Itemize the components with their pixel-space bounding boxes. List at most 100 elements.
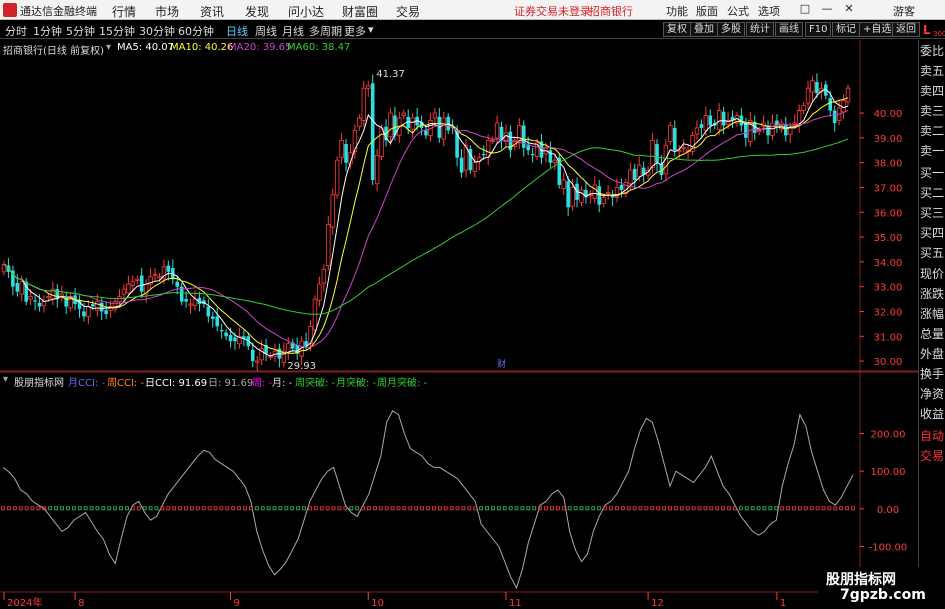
tf-monthly[interactable]: 月线: [282, 23, 304, 39]
menu-options[interactable]: 选项: [758, 3, 780, 19]
cci-marker: [768, 506, 773, 511]
multi-stock-button[interactable]: 多股: [717, 22, 745, 37]
menu-ask[interactable]: 问小达: [288, 3, 324, 20]
guest-label[interactable]: 游客: [893, 3, 915, 19]
candle-body-up: [401, 112, 406, 116]
candle-body-down: [619, 184, 624, 190]
candle-body-up: [472, 162, 478, 172]
candle-body-up: [561, 179, 566, 190]
cci-marker: [496, 506, 501, 511]
draw-line-button[interactable]: 画线: [775, 22, 803, 37]
cci-marker: [325, 506, 330, 511]
panel-item: 买二: [920, 186, 945, 200]
cci-marker: [738, 506, 743, 511]
panel-top-num: 300: [933, 30, 945, 38]
panel-item: 买三: [920, 206, 945, 220]
candle-body-up: [157, 276, 162, 279]
price-tick-label: 33.00: [874, 283, 903, 294]
cci-marker: [184, 506, 188, 511]
price-tick-label: 39.00: [874, 134, 903, 145]
candle-body-up: [374, 154, 380, 185]
candle-body-down: [815, 82, 819, 94]
broker-name[interactable]: 招商银行: [589, 3, 633, 19]
kline-chart[interactable]: 30.00 31.00 32.00 33.00 34.00 35.00 36.00 37.00…: [0, 40, 918, 609]
skin-icon[interactable]: □: [798, 2, 812, 16]
back-button[interactable]: 返回: [892, 22, 920, 37]
menu-wealth[interactable]: 财富圈: [342, 3, 378, 20]
price-tick-label: 38.00: [874, 159, 903, 170]
tf-1min[interactable]: 1分钟: [33, 23, 62, 39]
candle-body-up: [490, 139, 495, 142]
tf-more[interactable]: 更多: [344, 23, 366, 39]
close-icon[interactable]: ✕: [842, 2, 856, 16]
panel-item: 换手: [920, 367, 945, 381]
menu-discover[interactable]: 发现: [245, 3, 269, 20]
cci-marker: [113, 506, 118, 511]
statistics-button[interactable]: 统计: [746, 22, 774, 37]
adjust-button[interactable]: 复权: [663, 22, 691, 37]
cci-marker: [302, 506, 306, 511]
cci-marker: [343, 506, 348, 511]
week-month-break-label: 周月突破: -: [377, 378, 428, 389]
cci-tick-label: 100.00: [871, 467, 906, 478]
candle-body-up: [805, 87, 811, 104]
candle-body-up: [339, 139, 344, 159]
cci-marker: [101, 506, 106, 511]
cci-tick-label: 200.00: [871, 429, 906, 440]
chevron-down-icon[interactable]: ▾: [3, 374, 8, 385]
cci-marker: [597, 506, 602, 511]
candle-body-down: [699, 124, 704, 128]
login-status[interactable]: 证券交易未登录: [514, 3, 591, 19]
cci-marker: [609, 506, 613, 511]
panel-item[interactable]: 交易: [920, 447, 945, 464]
chevron-down-icon[interactable]: ▾: [368, 23, 374, 36]
menu-formula[interactable]: 公式: [727, 3, 749, 19]
cci-marker: [219, 506, 224, 511]
mark-button[interactable]: 标记: [832, 22, 860, 37]
tf-daily[interactable]: 日线: [226, 23, 248, 39]
minimize-icon[interactable]: —: [820, 2, 834, 16]
tf-15min[interactable]: 15分钟: [99, 23, 135, 39]
candle-body-down: [597, 186, 602, 205]
overlay-button[interactable]: 叠加: [690, 22, 718, 37]
cci-marker: [213, 506, 218, 511]
panel-item: 买五: [920, 246, 945, 260]
f10-button[interactable]: F10: [805, 22, 832, 37]
cci-marker: [780, 506, 785, 511]
menu-trade[interactable]: 交易: [396, 3, 420, 20]
add-watchlist-button[interactable]: +自选: [859, 22, 896, 37]
cci-marker: [479, 506, 484, 511]
candle-body-up: [637, 164, 642, 177]
menu-market[interactable]: 市场: [155, 3, 179, 20]
candle-body-up: [570, 187, 575, 207]
candle-body-up: [379, 127, 384, 157]
menu-functions[interactable]: 功能: [666, 3, 688, 19]
candle-body-down: [459, 157, 464, 173]
week-break-label: 周突破: -: [295, 378, 336, 389]
candle-body-down: [206, 306, 211, 317]
panel-item[interactable]: 自动: [920, 427, 945, 444]
cci-marker: [762, 506, 767, 511]
tf-weekly[interactable]: 周线: [255, 23, 277, 39]
watermark-url: 7gpzb.com: [840, 587, 926, 603]
candle-body-up: [601, 196, 606, 204]
cci-marker: [272, 506, 277, 511]
candle-body-up: [254, 360, 260, 363]
menu-layout[interactable]: 版面: [696, 3, 718, 19]
cci-marker: [827, 506, 832, 511]
candle-body-up: [130, 281, 136, 286]
menu-quotes[interactable]: 行情: [112, 3, 136, 20]
tf-multi[interactable]: 多周期: [309, 23, 342, 39]
candle-body-up: [117, 296, 122, 302]
price-tick-label: 37.00: [874, 183, 903, 194]
cci-marker: [662, 506, 667, 511]
tf-60min[interactable]: 60分钟: [178, 23, 214, 39]
cci-marker: [384, 506, 389, 511]
cci-marker: [148, 506, 153, 511]
cci-marker: [797, 506, 802, 511]
candle-body-up: [801, 105, 806, 111]
tf-intraday[interactable]: 分时: [5, 23, 27, 39]
tf-30min[interactable]: 30分钟: [139, 23, 175, 39]
tf-5min[interactable]: 5分钟: [66, 23, 95, 39]
menu-news[interactable]: 资讯: [200, 3, 224, 20]
